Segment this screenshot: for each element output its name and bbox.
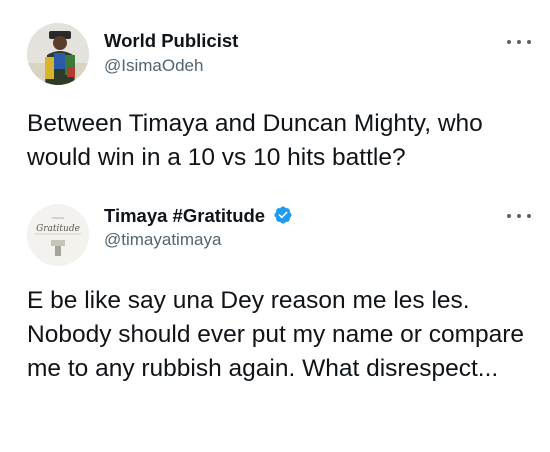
display-name[interactable]: World Publicist [104,30,238,52]
display-name-text[interactable]: Timaya #Gratitude [104,205,265,226]
more-options-icon[interactable] [507,211,531,221]
display-name[interactable]: Timaya #Gratitude [104,205,293,227]
user-handle[interactable]: @timayatimaya [104,230,221,250]
verified-badge-icon [274,206,292,224]
profile-photo-icon [27,23,89,85]
user-handle[interactable]: @IsimaOdeh [104,56,203,76]
avatar-timaya[interactable]: TIMAYA Gratitude [27,204,89,266]
tweet-text: Between Timaya and Duncan Mighty, who wo… [27,110,483,171]
svg-text:TIMAYA: TIMAYA [52,216,65,220]
gratitude-logo-icon: TIMAYA Gratitude [27,204,89,266]
svg-text:Gratitude: Gratitude [36,224,80,234]
avatar-world-publicist[interactable] [27,23,89,85]
more-options-icon[interactable] [507,37,531,47]
tweet-text: E be like say una Dey reason me les les.… [27,287,525,382]
